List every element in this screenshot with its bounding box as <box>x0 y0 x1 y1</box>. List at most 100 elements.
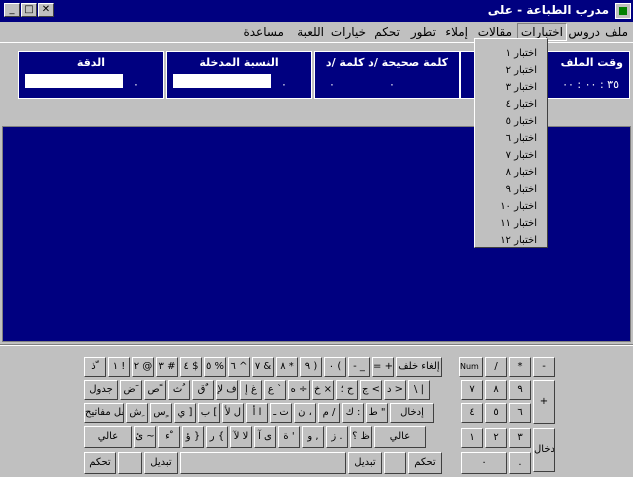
key-num-dot[interactable]: . <box>509 452 531 474</box>
key-row4-4[interactable]: ر { <box>206 426 228 448</box>
key-row3-7[interactable]: ت ـ <box>270 403 292 423</box>
dropdown-item-test-9[interactable]: اختبار ٩ <box>475 181 545 198</box>
key-row3-2[interactable]: س ٍ <box>150 403 172 423</box>
key-ctrl-right[interactable]: تحكم <box>408 452 442 474</box>
key-row3-6[interactable]: ا أ <box>246 403 268 423</box>
key-row1-10[interactable]: ٠ ( <box>324 357 346 377</box>
dropdown-item-test-11[interactable]: اختبار ١١ <box>475 215 545 232</box>
key-row3-5[interactable]: ل ﻷ <box>222 403 244 423</box>
close-button[interactable]: ✕ <box>38 3 54 17</box>
key-shift[interactable]: عالي <box>84 426 132 448</box>
key-row1-1[interactable]: ١ ! <box>108 357 130 377</box>
key-row1-12[interactable]: = + <box>372 357 394 377</box>
key-alt-left[interactable]: تبديل <box>144 452 178 474</box>
key-row1-9[interactable]: ٩ ) <box>300 357 322 377</box>
key-row2-11[interactable]: ج < <box>360 380 382 400</box>
key-row2-5[interactable]: ف ﻹ <box>216 380 238 400</box>
key-row1-7[interactable]: ٧ & <box>252 357 274 377</box>
key-num-divide[interactable]: / <box>485 357 507 377</box>
key-num-enter[interactable]: إدخال <box>533 428 555 472</box>
key-row3-11[interactable]: ط " <box>366 403 388 423</box>
key-row4-5[interactable]: ﻻ ﻵ <box>230 426 252 448</box>
dropdown-item-test-6[interactable]: اختبار ٦ <box>475 130 545 147</box>
key-enter[interactable]: إدخال <box>390 403 434 423</box>
key-row2-2[interactable]: ص ً <box>144 380 166 400</box>
key-row1-2[interactable]: ٢ @ <box>132 357 154 377</box>
key-caps-lock[interactable]: قفل مفاتيح <box>84 403 124 423</box>
menu-item-4[interactable]: إملاء <box>442 24 471 40</box>
key-num-٧[interactable]: ٧ <box>461 380 483 400</box>
key-num-٣[interactable]: ٣ <box>509 428 531 448</box>
key-blank-2[interactable] <box>384 452 406 474</box>
key-row1-8[interactable]: ٨ * <box>276 357 298 377</box>
key-num-subtract[interactable]: - <box>533 357 555 377</box>
key-num-٥[interactable]: ٥ <box>485 403 507 423</box>
key-row4-7[interactable]: ة ' <box>278 426 300 448</box>
key-row2-13[interactable]: \ | <box>408 380 430 400</box>
key-num-multiply[interactable]: * <box>509 357 531 377</box>
key-row4-10[interactable]: ظ ؟ <box>350 426 372 448</box>
key-row4-8[interactable]: و , <box>302 426 324 448</box>
key-row1-4[interactable]: ٤ $ <box>180 357 202 377</box>
key-row1-5[interactable]: ٥ % <box>204 357 226 377</box>
dropdown-item-test-7[interactable]: اختبار ٧ <box>475 147 545 164</box>
maximize-button[interactable]: □ <box>21 3 37 17</box>
key-row3-3[interactable]: ي ] <box>174 403 196 423</box>
key-row4-6[interactable]: ى آ <box>254 426 276 448</box>
key-row4-2[interactable]: ء ْ <box>158 426 180 448</box>
key-row3-9[interactable]: م / <box>318 403 340 423</box>
menu-item-1[interactable]: دروس <box>565 24 603 40</box>
key-tab[interactable]: جدول <box>84 380 118 400</box>
key-shift[interactable]: عالي <box>374 426 426 448</box>
key-ctrl-left[interactable]: تحكم <box>84 452 116 474</box>
dropdown-item-test-12[interactable]: اختبار ١٢ <box>475 232 545 249</box>
key-num-١[interactable]: ١ <box>461 428 483 448</box>
dropdown-item-test-1[interactable]: اختبار ١ <box>475 45 545 62</box>
menu-item-6[interactable]: تحكم <box>371 24 403 40</box>
dropdown-item-test-5[interactable]: اختبار ٥ <box>475 113 545 130</box>
key-num-٦[interactable]: ٦ <box>509 403 531 423</box>
key-row3-4[interactable]: ب [ <box>198 403 220 423</box>
dropdown-item-test-4[interactable]: اختبار ٤ <box>475 96 545 113</box>
key-row3-1[interactable]: ش ِ <box>126 403 148 423</box>
key-row2-8[interactable]: ه ÷ <box>288 380 310 400</box>
key-row2-9[interactable]: خ × <box>312 380 334 400</box>
key-row3-8[interactable]: ن ، <box>294 403 316 423</box>
menu-item-5[interactable]: تطور <box>408 24 439 40</box>
key-num-٢[interactable]: ٢ <box>485 428 507 448</box>
menu-item-9[interactable]: مساعدة <box>240 24 287 40</box>
key-row2-7[interactable]: ع ` <box>264 380 286 400</box>
key-row2-12[interactable]: د > <box>384 380 406 400</box>
key-num-٨[interactable]: ٨ <box>485 380 507 400</box>
key-row1-11[interactable]: - _ <box>348 357 370 377</box>
key-num-add[interactable]: + <box>533 380 555 424</box>
key-row1-6[interactable]: ٦ ^ <box>228 357 250 377</box>
key-row2-1[interactable]: ض َ <box>120 380 142 400</box>
key-row1-3[interactable]: ٣ # <box>156 357 178 377</box>
key-row1-0[interactable]: ذ ّ <box>84 357 106 377</box>
key-numlock[interactable]: Num Lock <box>459 357 483 377</box>
key-num-0[interactable]: ٠ <box>461 452 507 474</box>
key-row4-1[interactable]: ئ ~ <box>134 426 156 448</box>
key-blank-1[interactable] <box>118 452 142 474</box>
key-row2-6[interactable]: غ إ <box>240 380 262 400</box>
key-row1-13[interactable]: إلغاء خلف <box>396 357 442 377</box>
key-row3-10[interactable]: ك : <box>342 403 364 423</box>
key-num-٤[interactable]: ٤ <box>461 403 483 423</box>
key-row2-3[interactable]: ث ُ <box>168 380 190 400</box>
menu-item-7[interactable]: خيارات <box>328 24 369 40</box>
key-row2-10[interactable]: ح ؛ <box>336 380 358 400</box>
dropdown-item-test-8[interactable]: اختبار ٨ <box>475 164 545 181</box>
key-row4-3[interactable]: ؤ } <box>182 426 204 448</box>
menu-item-0[interactable]: ملف <box>602 24 631 40</box>
key-space[interactable] <box>180 452 346 474</box>
menu-item-8[interactable]: اللعبة <box>294 24 327 40</box>
dropdown-item-test-3[interactable]: اختبار ٣ <box>475 79 545 96</box>
key-row2-4[interactable]: ق ٌ <box>192 380 214 400</box>
minimize-button[interactable]: _ <box>4 3 20 17</box>
dropdown-item-test-10[interactable]: اختبار ١٠ <box>475 198 545 215</box>
key-row4-9[interactable]: ز . <box>326 426 348 448</box>
key-alt-right[interactable]: تبديل <box>348 452 382 474</box>
dropdown-item-test-2[interactable]: اختبار ٢ <box>475 62 545 79</box>
key-num-٩[interactable]: ٩ <box>509 380 531 400</box>
